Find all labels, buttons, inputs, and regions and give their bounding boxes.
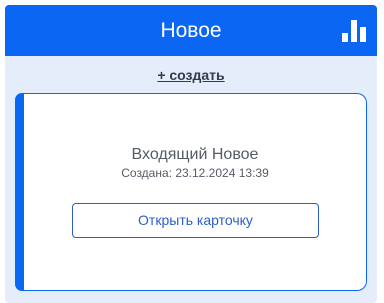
- card-created-date: Создана: 23.12.2024 13:39: [121, 166, 269, 180]
- panel-header: Новое: [5, 5, 377, 56]
- create-link[interactable]: + создать: [5, 67, 377, 83]
- tasks-panel: Новое + создать Входящий Новое Создана: …: [5, 5, 377, 303]
- bar-chart-icon[interactable]: [342, 20, 366, 42]
- task-card: Входящий Новое Создана: 23.12.2024 13:39…: [15, 93, 367, 291]
- card-title: Входящий Новое: [131, 146, 259, 163]
- panel-title: Новое: [160, 19, 222, 42]
- open-card-button[interactable]: Открыть карточку: [72, 203, 319, 238]
